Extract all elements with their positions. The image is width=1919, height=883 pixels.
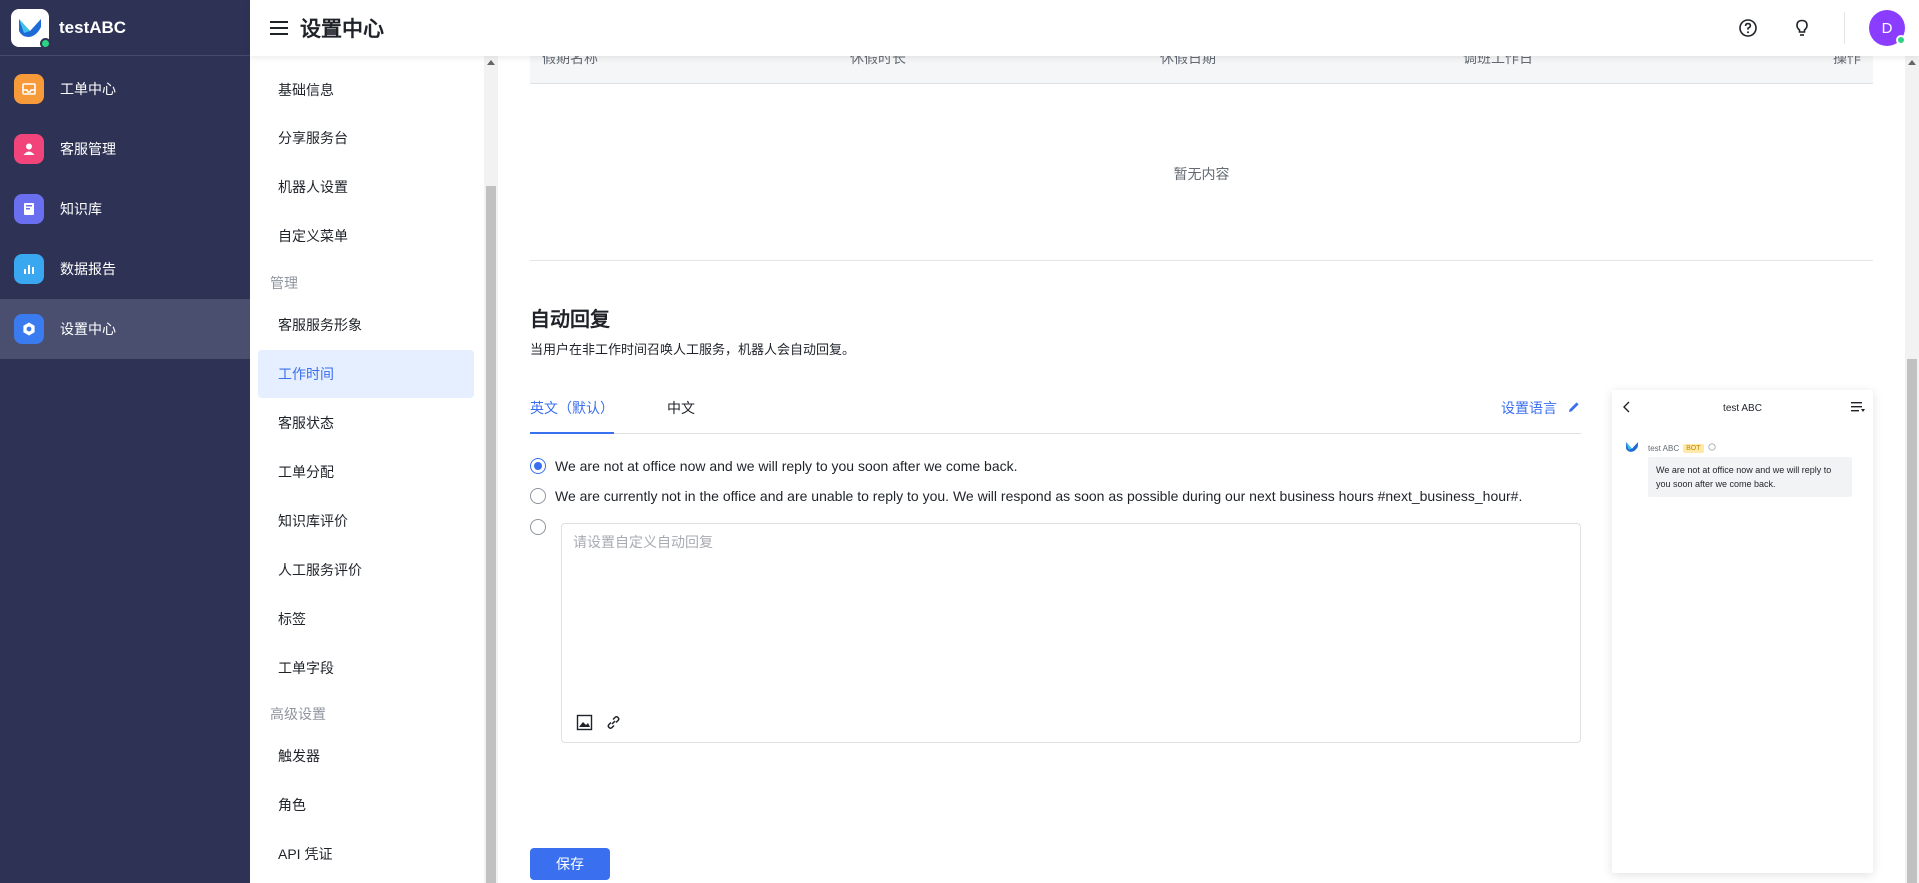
scrollbar-thumb[interactable]	[486, 186, 496, 883]
edit-pencil-icon	[1567, 400, 1581, 417]
radio-button[interactable]	[530, 488, 546, 504]
submenu-service-rating[interactable]: 人工服务评价	[258, 546, 474, 594]
radio-button[interactable]	[530, 519, 546, 535]
submenu-ticket-assignment[interactable]: 工单分配	[258, 448, 474, 496]
online-dot	[40, 37, 51, 49]
column-holiday-date: 休假日期	[1160, 56, 1216, 66]
settings-icon	[14, 314, 44, 344]
set-language-label: 设置语言	[1501, 400, 1557, 416]
column-holiday-name: 假期名称	[542, 56, 598, 66]
submenu-api-credentials[interactable]: API 凭证	[258, 830, 474, 878]
submenu-ticket-fields[interactable]: 工单字段	[258, 644, 474, 692]
submenu-kb-rating[interactable]: 知识库评价	[258, 497, 474, 545]
header-divider	[1844, 12, 1845, 44]
preview-sender: test ABC BOT	[1648, 443, 1716, 453]
nav-label: 数据报告	[60, 261, 116, 277]
bot-avatar-icon	[1624, 440, 1640, 457]
custom-reply-input[interactable]	[562, 524, 1580, 704]
nav-label: 知识库	[60, 201, 102, 217]
settings-submenu: 基础信息 分享服务台 机器人设置 自定义菜单 管理 客服服务形象 工作时间 客服…	[250, 56, 484, 883]
preview-sender-name: test ABC	[1648, 443, 1680, 453]
column-holiday-duration: 休假时长	[850, 56, 906, 66]
submenu-agent-status[interactable]: 客服状态	[258, 399, 474, 447]
reply-option-1-text: We are not at office now and we will rep…	[555, 458, 1018, 474]
reply-option-1[interactable]: We are not at office now and we will rep…	[530, 458, 1018, 474]
menu-list-icon	[1851, 400, 1865, 416]
app-logo	[11, 8, 51, 49]
avatar-letter: D	[1881, 19, 1893, 37]
nav-item-tickets[interactable]: 工单中心	[0, 59, 250, 119]
inbox-icon	[14, 74, 44, 104]
column-actions: 操作	[1833, 56, 1861, 66]
submenu-tags[interactable]: 标签	[258, 595, 474, 643]
reply-option-2-text: We are currently not in the office and a…	[555, 488, 1523, 504]
column-makeup-workday: 调班工作日	[1463, 56, 1533, 66]
nav-label: 客服管理	[60, 141, 116, 157]
page-title: 设置中心	[300, 18, 384, 41]
submenu-group-advanced: 高级设置	[270, 706, 326, 722]
radio-button-checked[interactable]	[530, 458, 546, 474]
preview-header: test ABC	[1612, 390, 1873, 426]
main-content: 假期名称 休假时长 休假日期 调班工作日 操作 暂无内容 自动回复 当用户在非工…	[498, 56, 1905, 883]
nav-label: 工单中心	[60, 81, 116, 97]
section-divider	[530, 260, 1873, 261]
table-empty-text: 暂无内容	[1173, 166, 1230, 182]
submenu-agent-image[interactable]: 客服服务形象	[258, 301, 474, 349]
reply-option-custom[interactable]	[530, 519, 555, 535]
preview-title: test ABC	[1723, 403, 1762, 414]
holiday-table-header: 假期名称 休假时长 休假日期 调班工作日 操作	[530, 56, 1873, 84]
nav-item-agents[interactable]: 客服管理	[0, 119, 250, 179]
submenu-custom-menu[interactable]: 自定义菜单	[258, 212, 474, 260]
info-circle-icon	[1707, 443, 1716, 453]
submenu-scrollbar[interactable]	[484, 56, 498, 883]
link-icon[interactable]	[605, 714, 622, 734]
main-scrollbar[interactable]	[1905, 56, 1919, 883]
nav-item-knowledge[interactable]: 知识库	[0, 179, 250, 239]
submenu-triggers[interactable]: 触发器	[258, 732, 474, 780]
scroll-up-arrow-icon[interactable]	[1908, 60, 1916, 65]
save-button[interactable]: 保存	[530, 848, 610, 880]
set-language-link[interactable]: 设置语言	[1501, 398, 1581, 418]
online-status-dot	[1896, 35, 1906, 45]
help-icon[interactable]	[1736, 16, 1760, 40]
preview-message-bubble: We are not at office now and we will rep…	[1648, 457, 1852, 497]
brand[interactable]: testABC	[0, 0, 250, 56]
user-avatar[interactable]: D	[1869, 10, 1906, 46]
auto-reply-description: 当用户在非工作时间召唤人工服务，机器人会自动回复。	[530, 342, 856, 357]
top-header: 设置中心 D	[250, 0, 1919, 56]
user-icon	[14, 134, 44, 164]
submenu-roles[interactable]: 角色	[258, 781, 474, 829]
custom-reply-editor	[561, 523, 1581, 743]
nav-item-settings[interactable]: 设置中心	[0, 299, 250, 359]
menu-toggle-icon[interactable]	[270, 21, 288, 35]
scrollbar-thumb[interactable]	[1907, 359, 1917, 883]
tab-english-default[interactable]: 英文（默认）	[530, 398, 614, 434]
reply-option-2[interactable]: We are currently not in the office and a…	[530, 488, 1522, 504]
submenu-basic-info[interactable]: 基础信息	[258, 66, 474, 114]
submenu-bot-settings[interactable]: 机器人设置	[258, 163, 474, 211]
nav-item-reports[interactable]: 数据报告	[0, 239, 250, 299]
image-icon[interactable]	[576, 714, 593, 734]
bar-chart-icon	[14, 254, 44, 284]
submenu-work-hours[interactable]: 工作时间	[258, 350, 474, 398]
main-sidebar: testABC 工单中心 客服管理 知识库 数据报告 设置中心	[0, 0, 250, 883]
nav-label: 设置中心	[60, 321, 116, 337]
submenu-share-desk[interactable]: 分享服务台	[258, 114, 474, 162]
bot-badge: BOT	[1683, 443, 1704, 453]
lightbulb-icon[interactable]	[1790, 16, 1814, 40]
auto-reply-title: 自动回复	[530, 309, 610, 331]
book-icon	[14, 194, 44, 224]
submenu-group-manage: 管理	[270, 275, 298, 291]
scroll-up-arrow-icon[interactable]	[487, 60, 495, 65]
tab-chinese[interactable]: 中文	[667, 398, 695, 434]
chat-preview-panel: test ABC test ABC BOT We are not at offi…	[1612, 390, 1873, 873]
language-tabs: 英文（默认） 中文 设置语言	[530, 398, 1581, 434]
app-name: testABC	[59, 17, 127, 37]
